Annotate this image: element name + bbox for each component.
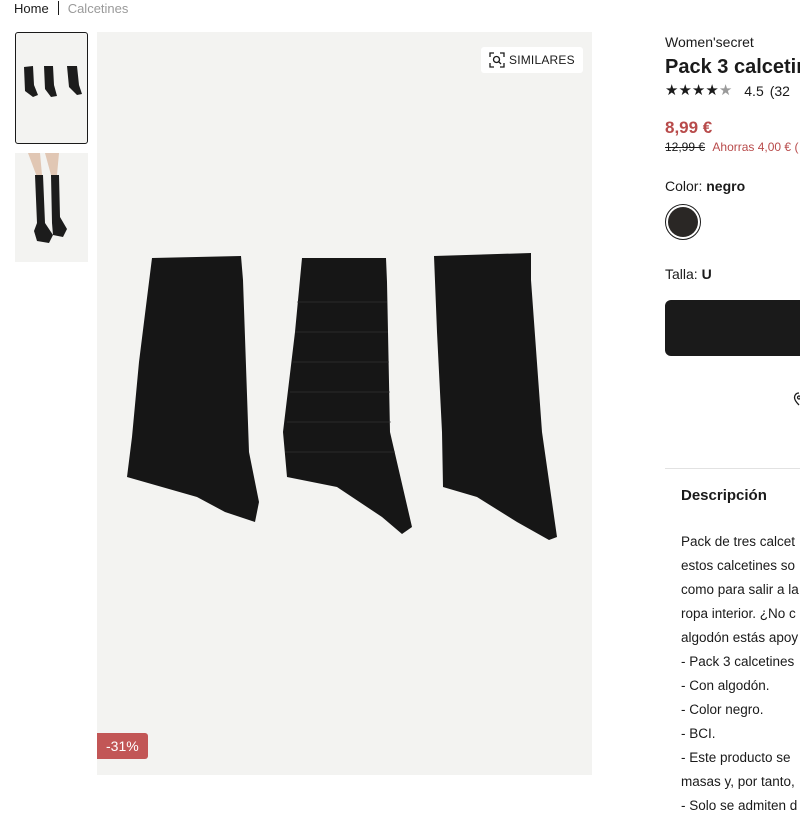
color-value: negro (706, 178, 746, 194)
product-title: Pack 3 calcetin (665, 56, 800, 78)
product-brand[interactable]: Women'secret (665, 34, 754, 50)
thumbnail-model-wearing[interactable] (15, 153, 88, 262)
rating-value: 4.5 (744, 83, 764, 99)
section-divider (665, 468, 800, 469)
location-pin-icon[interactable] (793, 392, 800, 406)
size-label: Talla: (665, 266, 698, 282)
size-selector-label: Talla: U (665, 266, 712, 282)
description-line: - Con algodón. (681, 678, 770, 693)
price-savings-row: 12,99 € Ahorras 4,00 € ( (665, 140, 798, 154)
description-line: - Color negro. (681, 702, 764, 717)
star-icon: ★ (691, 82, 706, 99)
rating-count: (32 (769, 83, 790, 99)
description-line: - Pack 3 calcetines (681, 654, 795, 669)
breadcrumb-home-link[interactable]: Home (14, 1, 49, 16)
star-icon: ★ (678, 82, 692, 99)
description-line: como para salir a la (681, 582, 799, 597)
model-legs-thumbnail-image (28, 153, 67, 243)
description-line: estos calcetines so (681, 558, 796, 573)
description-line: Pack de tres calcet (681, 534, 796, 549)
add-to-cart-button[interactable] (665, 300, 800, 356)
current-price: 8,99 € (665, 118, 713, 137)
color-selector-label: Color: negro (665, 178, 745, 194)
half-star-icon: ★ (718, 82, 733, 99)
similares-button[interactable]: SIMILARES (481, 47, 583, 73)
product-rating[interactable]: ★ ★ ★ ★ ★ 4.5 (32 (665, 83, 790, 100)
breadcrumb-current: Calcetines (67, 0, 129, 16)
description-heading[interactable]: Descripción (681, 487, 767, 504)
description-line: - Solo se admiten d (681, 798, 798, 813)
breadcrumb-separator (57, 1, 59, 15)
rating-stars: ★ ★ ★ ★ ★ (665, 83, 732, 99)
description-line: - Este producto se (681, 750, 791, 765)
star-icon: ★ (705, 82, 719, 99)
description-line: - BCI. (681, 726, 716, 741)
main-product-image[interactable] (97, 32, 592, 775)
description-line: algodón estás apoy (681, 630, 799, 645)
color-swatch-fill (668, 207, 698, 237)
thumbnail-socks-flat[interactable] (15, 32, 88, 144)
old-price: 12,99 € (665, 140, 706, 154)
description-line: masas y, por tanto, (681, 774, 795, 789)
savings-text: Ahorras 4,00 € ( (712, 140, 799, 154)
color-label: Color: (665, 178, 703, 194)
size-value: U (701, 266, 712, 282)
description-line: ropa interior. ¿No c (681, 606, 796, 621)
socks-product-illustration (127, 253, 557, 540)
color-swatch-negro[interactable] (665, 204, 701, 240)
discount-badge: -31% (97, 733, 148, 759)
visual-search-icon (489, 52, 505, 68)
description-text: Pack de tres calcet estos calcetines so … (681, 530, 799, 818)
breadcrumb: Home Calcetines (14, 0, 128, 16)
socks-flat-thumbnail-image (24, 66, 82, 97)
similares-label: SIMILARES (509, 53, 575, 67)
star-icon: ★ (665, 82, 679, 99)
